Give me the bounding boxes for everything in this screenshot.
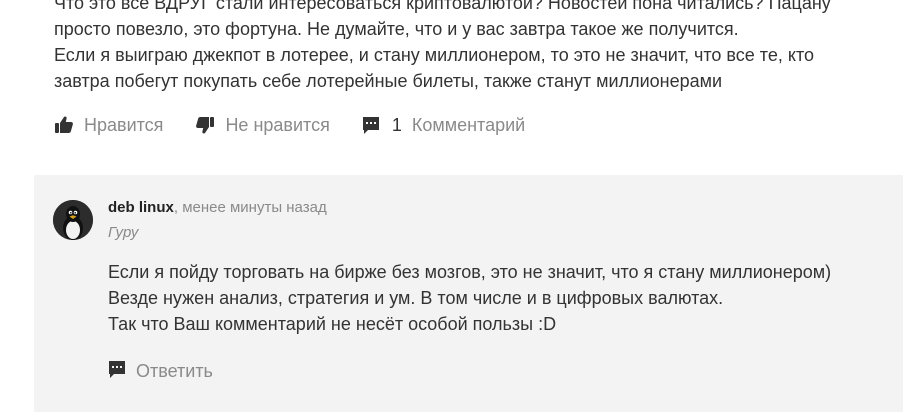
comments-button[interactable]: 1 Комментарий [362, 115, 525, 136]
reply-icon [108, 359, 126, 384]
comment-line: Если я пойду торговать на бирже без мозг… [108, 262, 832, 282]
author-name[interactable]: deb linux [108, 199, 174, 216]
post-actions: Нравится Не нравится 1 Комментарий [54, 114, 525, 136]
post-line: Что это все ВДРУГ стали интересоваться к… [54, 0, 831, 13]
author-rank: Гуру [108, 224, 139, 241]
comment-time: менее минуты назад [182, 199, 327, 216]
comment-icon [362, 115, 380, 135]
post-line: просто повезло, это фортуна. Не думайте,… [54, 19, 739, 39]
like-button[interactable]: Нравится [54, 115, 163, 136]
dislike-button[interactable]: Не нравится [195, 114, 330, 136]
comment-line: Так что Ваш комментарий не несёт особой … [108, 314, 557, 334]
reply-button[interactable]: Ответить [108, 359, 213, 384]
comment-meta: deb linux, менее минуты назад [108, 199, 327, 217]
penguin-icon [53, 200, 93, 240]
thumbs-up-icon [54, 115, 74, 135]
comments-count: 1 [391, 114, 402, 135]
comment-line: Везде нужен анализ, стратегия и ум. В то… [108, 288, 724, 308]
comments-label: Комментарий [411, 114, 526, 135]
like-label: Нравится [84, 114, 164, 135]
thumbs-down-icon [195, 115, 215, 135]
post-text: Что это все ВДРУГ стали интересоваться к… [54, 0, 894, 94]
post-line: Если я выиграю джекпот в лотерее, и стан… [54, 45, 814, 65]
reply-label: Ответить [136, 361, 213, 381]
comment-text: Если я пойду торговать на бирже без мозг… [108, 259, 831, 337]
post-line: завтра побегут покупать себе лотерейные … [54, 71, 723, 91]
avatar[interactable] [53, 200, 93, 240]
comment: deb linux, менее минуты назад Гуру Если … [34, 175, 903, 412]
meta-separator: , [173, 199, 179, 216]
dislike-label: Не нравится [225, 114, 330, 135]
